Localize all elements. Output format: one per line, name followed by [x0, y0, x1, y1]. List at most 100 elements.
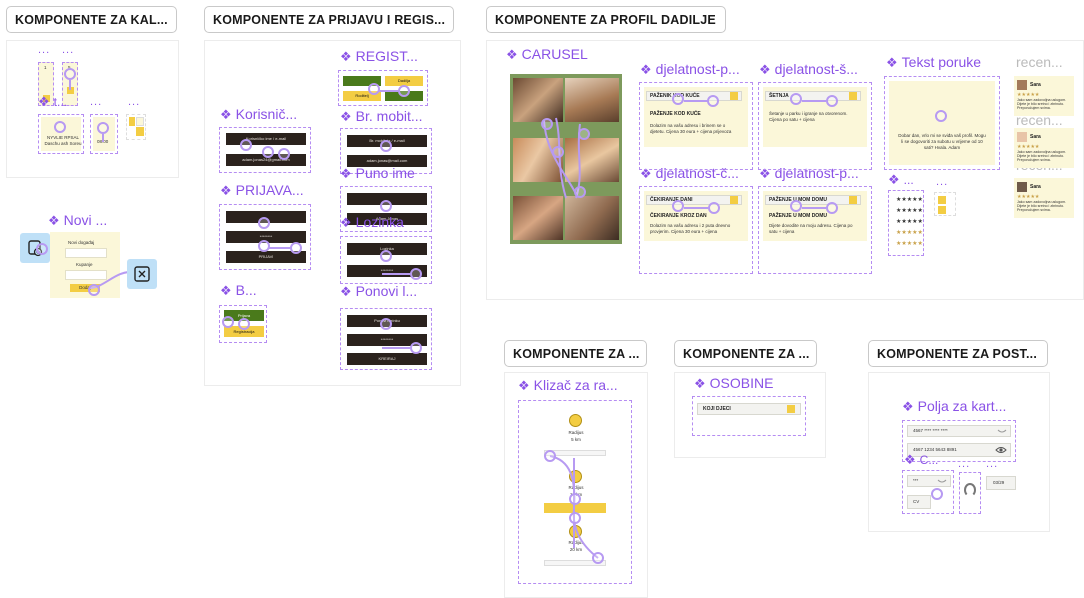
component-label-osobine[interactable]: ❖ OSOBINE [694, 375, 773, 392]
section-label-auth[interactable]: KOMPONENTE ZA PRIJAVU I REGIS... [204, 6, 454, 33]
component-label-rating[interactable]: ❖... [888, 172, 914, 188]
rating-stars-list[interactable]: ★★★★★ ★★★★★ ★★★★★ ★★★★★ ★★★★★ [888, 190, 924, 256]
prototype-knob[interactable] [790, 93, 802, 105]
component-dots[interactable]: ... [38, 45, 50, 56]
prototype-knob[interactable] [541, 118, 553, 130]
expiry-field[interactable]: 03/29 [986, 476, 1016, 490]
component-label-polja[interactable]: ❖ Polja za kart... [902, 398, 1006, 415]
component-label-tekst-poruke[interactable]: ❖ Tekst poruke [886, 54, 981, 71]
prototype-knob[interactable] [368, 83, 380, 95]
activity-toggle[interactable] [849, 92, 857, 100]
prototype-knob[interactable] [290, 242, 302, 254]
component-label-djelatnost-s[interactable]: ❖ djelatnost-š... [759, 61, 858, 78]
activity-card[interactable]: ČEKIRANJE DANI ČEKIRANJE KROZ DAN Dolazi… [639, 186, 753, 274]
section-label-slider[interactable]: KOMPONENTE ZA ... [504, 340, 647, 367]
component-dots[interactable]: ... [62, 45, 74, 56]
component-label-korisnik[interactable]: ❖ Korisnič... [220, 106, 297, 123]
prototype-knob[interactable] [931, 488, 943, 500]
component-label-c2[interactable]: ❖ C... [904, 452, 938, 468]
prototype-knob[interactable] [88, 284, 100, 296]
create-account-button[interactable]: KREIRAJ [347, 353, 427, 365]
prototype-knob[interactable] [552, 146, 564, 158]
component-label-klizac[interactable]: ❖ Klizač za ra... [518, 377, 618, 394]
prototype-knob[interactable] [672, 93, 684, 105]
review-card[interactable]: Sara ★★★★★ Jako sam zadovoljna uslugom. … [1014, 76, 1074, 116]
cvv-button[interactable]: CV [913, 499, 919, 505]
prototype-knob[interactable] [826, 202, 838, 214]
card-number-masked[interactable]: 4567 **** **** **** [913, 428, 948, 434]
prototype-knob[interactable] [258, 217, 270, 229]
eye-icon[interactable] [995, 446, 1007, 454]
prototype-knob[interactable] [569, 512, 581, 524]
prototype-knob[interactable] [380, 200, 392, 212]
component-dots[interactable]: ... [936, 177, 948, 188]
component-label-prijava[interactable]: ❖ PRIJAVA... [220, 182, 304, 199]
traits-field-frame[interactable]: KOJI DJECI [692, 396, 806, 436]
section-label-post[interactable]: KOMPONENTE ZA POST... [868, 340, 1048, 367]
section-label-profile[interactable]: KOMPONENTE ZA PROFIL DADILJE [486, 6, 726, 33]
prototype-knob[interactable] [398, 85, 410, 97]
component-label-c[interactable]: ❖ t... [38, 94, 67, 110]
trait-toggle[interactable] [787, 405, 795, 413]
eye-closed-icon[interactable] [937, 478, 947, 484]
prototype-knob[interactable] [64, 68, 76, 80]
expiry-value[interactable]: 03/29 [993, 480, 1004, 486]
activity-toggle[interactable] [849, 196, 857, 204]
prototype-knob[interactable] [262, 146, 274, 158]
activity-toggle[interactable] [730, 196, 738, 204]
component-label-djelatnost-p1[interactable]: ❖ djelatnost-p... [640, 61, 740, 78]
prototype-knob[interactable] [708, 202, 720, 214]
review-card[interactable]: Sara ★★★★★ Jako sam zadovoljna uslugom. … [1014, 178, 1074, 218]
prototype-knob[interactable] [569, 493, 581, 505]
component-label-ponovi[interactable]: ❖ Ponovi l... [340, 283, 417, 300]
component-dots[interactable]: ... [128, 97, 140, 108]
component-dots[interactable]: ... [90, 97, 102, 108]
activity-card[interactable]: ŠETNJA Šetanje u parku i igranje na otvo… [758, 82, 872, 170]
prototype-knob[interactable] [258, 240, 270, 252]
prototype-knob[interactable] [578, 128, 590, 140]
component-dots[interactable]: ... [986, 459, 998, 470]
component-label-novi[interactable]: ❖ Novi ... [48, 212, 107, 229]
new-event-input[interactable] [65, 248, 107, 258]
prototype-knob[interactable] [380, 318, 392, 330]
prototype-knob[interactable] [672, 200, 684, 212]
component-label-b[interactable]: ❖ B... [220, 282, 257, 299]
cvc-field[interactable]: *** CV [902, 470, 954, 514]
prototype-knob[interactable] [97, 122, 109, 134]
activity-card[interactable]: PAŽENIK KOD KUĆE PAŽENJE KOD KUĆE Dolazi… [639, 82, 753, 170]
prototype-knob[interactable] [222, 316, 234, 328]
component-label-br-mobitela[interactable]: ❖ Br. mobit... [340, 108, 423, 125]
prototype-knob[interactable] [240, 139, 252, 151]
prototype-knob[interactable] [410, 268, 422, 280]
prototype-knob[interactable] [592, 552, 604, 564]
section-label-traits[interactable]: KOMPONENTE ZA ... [674, 340, 817, 367]
prototype-knob[interactable] [544, 450, 556, 462]
component-dots[interactable]: ... [958, 459, 970, 470]
eye-closed-icon[interactable] [997, 428, 1007, 434]
activity-card[interactable]: PAŽENJE U MOM DOMU PAŽENJE U MOM DOMU Di… [758, 186, 872, 274]
slider-thumb[interactable] [569, 414, 582, 427]
calendar-time-card[interactable]: 08:00 [90, 114, 118, 154]
prototype-knob[interactable] [790, 200, 802, 212]
prototype-knob[interactable] [410, 342, 422, 354]
component-label-registracija[interactable]: ❖ REGIST... [340, 48, 418, 65]
prototype-knob[interactable] [238, 318, 250, 330]
role-selector[interactable]: Dadilja Roditelj [338, 70, 428, 106]
prototype-knob[interactable] [380, 140, 392, 152]
prototype-knob[interactable] [826, 95, 838, 107]
prototype-knob[interactable] [278, 148, 290, 160]
review-label[interactable]: recen... [1016, 54, 1063, 70]
prototype-knob[interactable] [935, 110, 947, 122]
prototype-knob[interactable] [574, 186, 586, 198]
component-label-puno-ime[interactable]: ❖ Puno ime [340, 165, 415, 182]
component-label-lozinka[interactable]: ❖ Lozinka [340, 214, 404, 231]
prototype-knob[interactable] [54, 121, 66, 133]
calendar-event-card[interactable]: NYVLIE RPSAL Daschu ash Soreu [38, 114, 84, 154]
message-text-box[interactable]: Dobar dan, vrlo mi se sviđa vaš profil. … [884, 76, 1000, 170]
login-form[interactable]: ******** PRIJAVI [219, 204, 311, 270]
component-label-carusel[interactable]: ❖ CARUSEL [506, 46, 588, 63]
prototype-knob[interactable] [707, 95, 719, 107]
prototype-knob[interactable] [380, 250, 392, 262]
activity-toggle[interactable] [730, 92, 738, 100]
prototype-knob[interactable] [36, 243, 48, 255]
